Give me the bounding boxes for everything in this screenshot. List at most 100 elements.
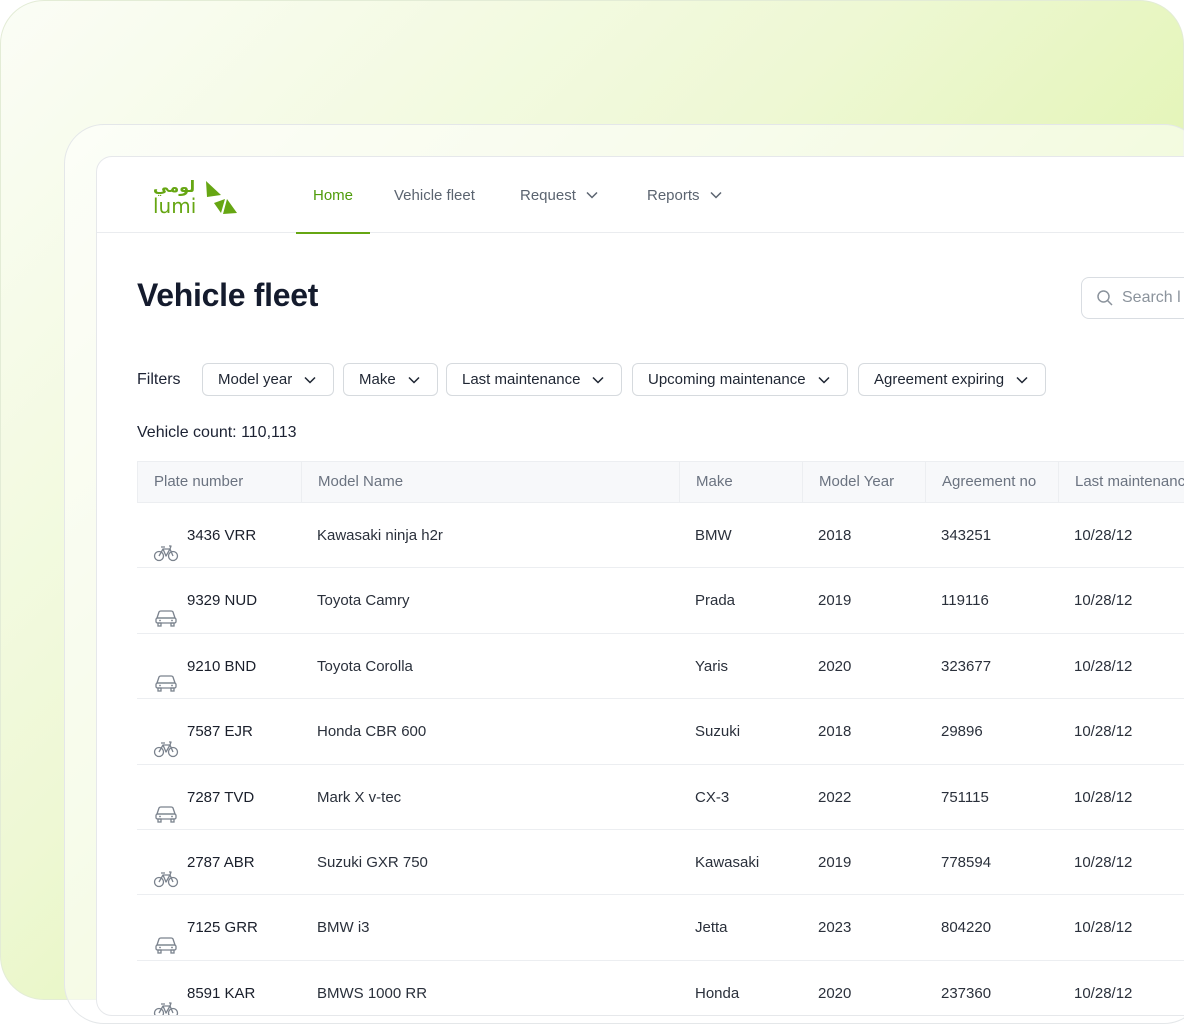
- car-icon: [153, 918, 179, 954]
- table-row[interactable]: 9329 NUD Toyota Camry Prada 2019 119116 10/28…: [137, 568, 1184, 634]
- chevron-down-icon: [818, 376, 830, 384]
- column-header-model-name[interactable]: Model Name: [302, 462, 680, 502]
- filter-make[interactable]: Make: [343, 363, 438, 396]
- plate-number: 2787 ABR: [187, 853, 255, 871]
- nav-vehicle-fleet[interactable]: Vehicle fleet: [394, 157, 475, 233]
- cell-make: Suzuki: [695, 723, 741, 741]
- cell-agreement: 778594: [941, 853, 992, 871]
- vehicle-table: Plate number Model Name Make Model Year …: [137, 461, 1184, 1015]
- column-header-make[interactable]: Make: [680, 462, 803, 502]
- cell-last: 10/28/12: [1074, 919, 1133, 937]
- search-box[interactable]: [1081, 277, 1184, 319]
- bicycle-icon: [153, 983, 179, 1015]
- nav-reports[interactable]: Reports: [647, 157, 724, 233]
- filter-label: Make: [359, 371, 396, 388]
- table-header: Plate number Model Name Make Model Year …: [137, 461, 1184, 503]
- cell-model: Mark X v-tec: [317, 788, 402, 806]
- cell-last: 10/28/12: [1074, 788, 1133, 806]
- column-header-plate[interactable]: Plate number: [138, 462, 302, 502]
- column-header-model-year[interactable]: Model Year: [803, 462, 926, 502]
- cell-make: CX-3: [695, 788, 730, 806]
- cell-last: 10/28/12: [1074, 657, 1133, 675]
- cell-plate: 7287 TVD: [137, 765, 254, 830]
- filter-last-maintenance[interactable]: Last maintenance: [446, 363, 623, 396]
- nav-vehicle-fleet-label: Vehicle fleet: [394, 186, 475, 204]
- search-input[interactable]: [1122, 289, 1184, 307]
- cell-plate: 8591 KAR: [137, 961, 256, 1015]
- table-row[interactable]: 7287 TVD Mark X v-tec CX-3 2022 751115 10/28/…: [137, 765, 1184, 830]
- logo-latin-text: lumi: [153, 194, 196, 217]
- cell-agreement: 29896: [941, 723, 983, 741]
- cell-plate: 7587 EJR: [137, 699, 253, 764]
- cell-agreement: 343251: [941, 527, 992, 544]
- cell-year: 2018: [818, 527, 852, 544]
- page-title: Vehicle fleet: [137, 277, 319, 313]
- cell-agreement: 119116: [941, 592, 989, 610]
- cell-year: 2019: [818, 592, 852, 610]
- cell-plate: 9329 NUD: [137, 568, 257, 633]
- cell-last: 10/28/12: [1074, 853, 1133, 871]
- app-window: لومي lumi Home Vehicle fleet Request Rep…: [96, 156, 1184, 1016]
- cell-model: BMWS 1000 RR: [317, 984, 428, 1002]
- cell-make: Prada: [695, 592, 736, 610]
- vehicle-count: Vehicle count: 110,113: [137, 424, 297, 441]
- chevron-down-icon: [304, 376, 316, 384]
- nav-home[interactable]: Home: [296, 157, 371, 234]
- bicycle-icon: [153, 852, 179, 888]
- filter-upcoming-maintenance[interactable]: Upcoming maintenance: [632, 363, 848, 396]
- cell-agreement: 804220: [941, 919, 992, 937]
- car-icon: [153, 656, 179, 692]
- table-row[interactable]: 7587 EJR Honda CBR 600 Suzuki 2018 29896 10/2…: [137, 699, 1184, 765]
- nav-request-label: Request: [520, 186, 576, 204]
- cell-year: 2023: [818, 919, 852, 937]
- cell-year: 2019: [818, 853, 852, 871]
- car-icon: [153, 787, 179, 823]
- plate-number: 7287 TVD: [187, 788, 255, 806]
- plate-number: 3436 VRR: [187, 527, 257, 544]
- filter-model-year[interactable]: Model year: [202, 363, 335, 396]
- column-header-agreement-no[interactable]: Agreement no: [926, 462, 1059, 502]
- cell-plate: 3436 VRR: [137, 503, 256, 568]
- filter-label: Last maintenance: [462, 371, 581, 388]
- cell-year: 2018: [818, 723, 852, 741]
- cell-agreement: 751115: [941, 788, 989, 806]
- plate-number: 8591 KAR: [187, 984, 256, 1002]
- plate-number: 9210 BND: [187, 657, 257, 675]
- cell-make: Yaris: [695, 657, 729, 675]
- cell-model: Toyota Corolla: [317, 657, 413, 675]
- cell-last: 10/28/12: [1074, 723, 1133, 741]
- cell-year: 2022: [818, 788, 852, 806]
- cell-make: Kawasaki: [695, 853, 760, 871]
- cell-model: Toyota Camry: [317, 592, 410, 610]
- plate-number: 7125 GRR: [187, 919, 258, 937]
- table-row[interactable]: 7125 GRR BMW i3 Jetta 2023 804220 10/28/12: [137, 895, 1184, 961]
- nav-request[interactable]: Request: [520, 157, 600, 233]
- search-icon: [1097, 290, 1113, 306]
- column-header-last-maintenance[interactable]: Last maintenance: [1059, 462, 1184, 502]
- lime-slice-icon: [206, 181, 237, 214]
- cell-model: Kawasaki ninja h2r: [317, 527, 443, 544]
- table-body: 3436 VRR Kawasaki ninja h2r BMW 2018 343251 1…: [137, 503, 1184, 1015]
- chevron-down-icon: [592, 376, 604, 384]
- chevron-down-icon: [408, 376, 420, 384]
- cell-agreement: 323677: [941, 657, 992, 675]
- bicycle-icon: [153, 526, 179, 561]
- table-row[interactable]: 8591 KAR BMWS 1000 RR Honda 2020 237360 10/28…: [137, 961, 1184, 1015]
- table-row[interactable]: 2787 ABR Suzuki GXR 750 Kawasaki 2019 778594…: [137, 830, 1184, 896]
- cell-agreement: 237360: [941, 984, 992, 1002]
- cell-plate: 7125 GRR: [137, 895, 258, 960]
- filter-label: Upcoming maintenance: [648, 371, 806, 388]
- cell-year: 2020: [818, 984, 852, 1002]
- cell-model: Honda CBR 600: [317, 723, 427, 741]
- filter-label: Model year: [218, 371, 293, 388]
- car-icon: [153, 591, 179, 627]
- cell-make: Honda: [695, 984, 740, 1002]
- cell-last: 10/28/12: [1074, 592, 1133, 610]
- cell-make: BMW: [695, 527, 732, 544]
- table-row[interactable]: 3436 VRR Kawasaki ninja h2r BMW 2018 343251 1…: [137, 503, 1184, 569]
- nav-home-label: Home: [313, 186, 354, 204]
- table-row[interactable]: 9210 BND Toyota Corolla Yaris 2020 323677 10/…: [137, 634, 1184, 700]
- chevron-down-icon: [586, 191, 598, 199]
- filter-agreement-expiring[interactable]: Agreement expiring: [858, 363, 1047, 396]
- cell-year: 2020: [818, 657, 852, 675]
